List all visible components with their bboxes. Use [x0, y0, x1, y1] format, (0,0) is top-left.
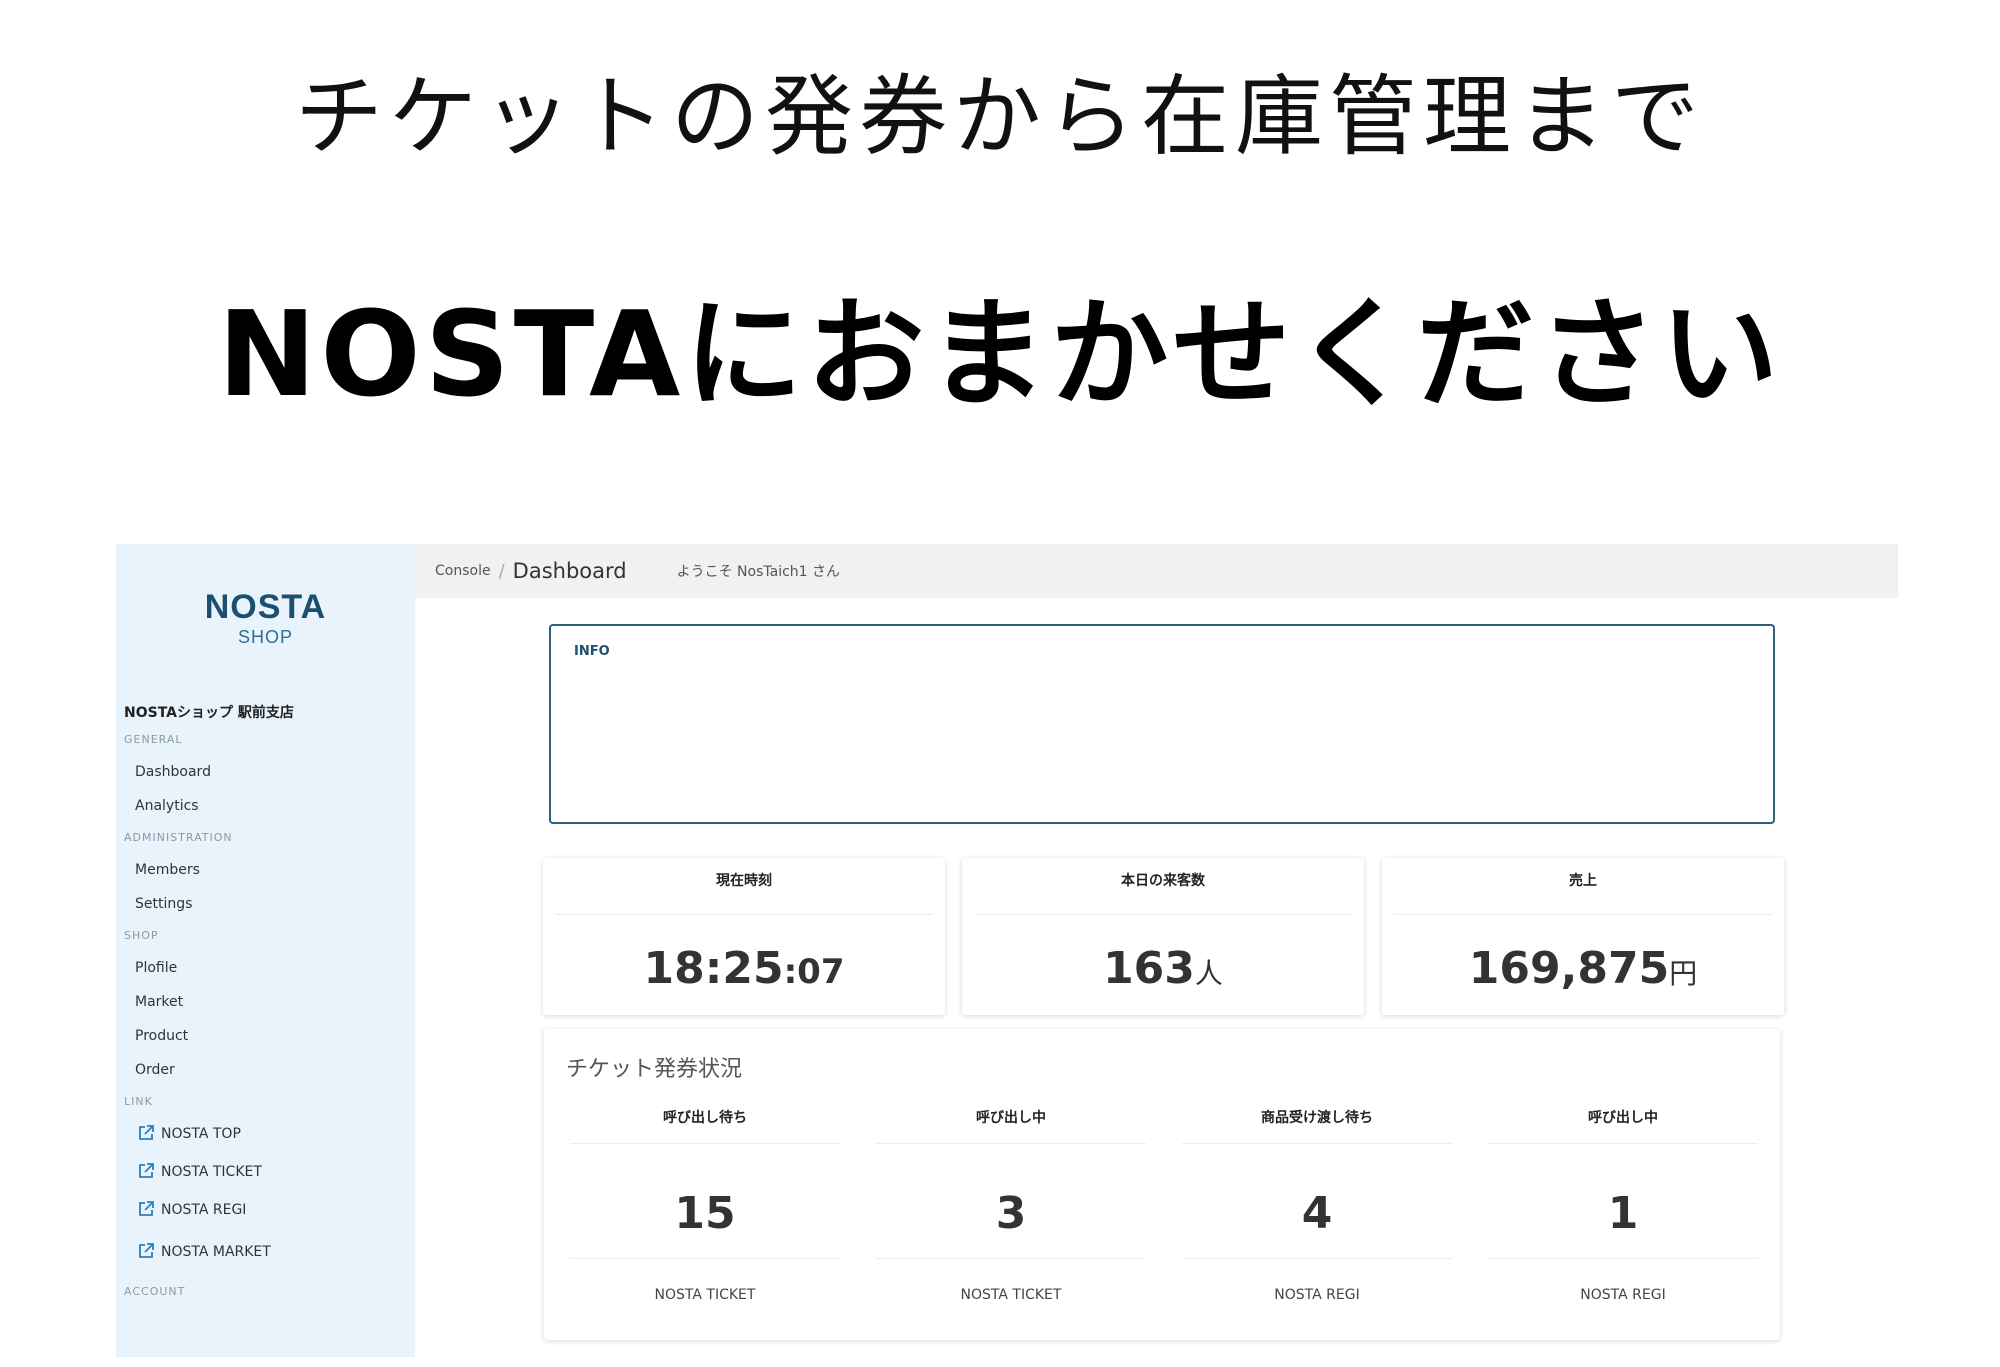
status-count: 15 — [674, 1188, 736, 1239]
breadcrumb-separator: / — [498, 560, 505, 582]
visitor-count: 163 — [1103, 943, 1195, 994]
page-title: Dashboard — [512, 559, 627, 583]
ticket-status-column: 呼び出し中 3 NOSTA TICKET — [876, 1107, 1146, 1327]
sidebar-item-product[interactable]: Product — [116, 1026, 415, 1060]
sidebar-link-nosta-regi[interactable]: NOSTA REGI — [116, 1200, 415, 1238]
hero-subtitle: チケットの発券から在庫管理まで — [294, 65, 1705, 168]
sidebar-link-nosta-market[interactable]: NOSTA MARKET — [116, 1238, 415, 1284]
sales-amount: 169,875 — [1468, 943, 1670, 994]
divider — [1488, 1258, 1758, 1259]
external-link-icon — [139, 1125, 154, 1140]
hero-title: NOSTAにおまかせください — [217, 285, 1783, 423]
logo-sub-text: SHOP — [237, 627, 293, 647]
section-administration: ADMINISTRATION — [124, 831, 233, 844]
card-value: 18:25:07 — [543, 944, 945, 997]
info-panel: INFO — [549, 624, 1775, 824]
sidebar-item-members[interactable]: Members — [116, 860, 415, 894]
divider — [876, 1143, 1146, 1144]
current-time-card: 現在時刻 18:25:07 — [543, 858, 945, 1015]
card-title: 売上 — [1569, 873, 1597, 889]
section-general: GENERAL — [124, 733, 183, 746]
sales-unit: 円 — [1669, 957, 1698, 990]
status-count: 1 — [1607, 1188, 1639, 1239]
sidebar-menu: GENERAL Dashboard Analytics ADMINISTRATI… — [116, 732, 415, 1314]
divider — [876, 1258, 1146, 1259]
divider — [570, 1143, 840, 1144]
divider — [1394, 914, 1772, 915]
ticket-status-panel: チケット発券状況 呼び出し待ち 15 NOSTA TICKET 呼び出し中 3 … — [544, 1029, 1780, 1340]
breadcrumb-console[interactable]: Console — [435, 563, 491, 579]
link-label: NOSTA MARKET — [161, 1244, 271, 1260]
sidebar-link-nosta-top[interactable]: NOSTA TOP — [116, 1124, 415, 1162]
sidebar-item-market[interactable]: Market — [116, 992, 415, 1026]
status-title: 商品受け渡し待ち — [1261, 1110, 1373, 1126]
time-hours-minutes: 18:25 — [643, 943, 784, 994]
status-source: NOSTA REGI — [1274, 1287, 1360, 1303]
ticket-status-title: チケット発券状況 — [566, 1057, 743, 1082]
status-title: 呼び出し待ち — [663, 1110, 747, 1126]
section-shop: SHOP — [124, 929, 159, 942]
ticket-status-column: 呼び出し待ち 15 NOSTA TICKET — [570, 1107, 840, 1327]
divider — [974, 914, 1352, 915]
divider — [1182, 1143, 1452, 1144]
logo[interactable]: NOSTA SHOP — [116, 588, 415, 648]
ticket-status-column: 呼び出し中 1 NOSTA REGI — [1488, 1107, 1758, 1327]
card-title: 現在時刻 — [716, 873, 772, 889]
divider — [555, 914, 933, 915]
app-window: NOSTA SHOP NOSTAショップ 駅前支店 GENERAL Dashbo… — [116, 544, 1898, 1357]
status-source: NOSTA REGI — [1580, 1287, 1666, 1303]
card-value: 163人 — [962, 944, 1364, 999]
link-label: NOSTA TOP — [161, 1126, 241, 1142]
section-account: ACCOUNT — [124, 1285, 186, 1298]
info-label: INFO — [574, 644, 610, 659]
ticket-status-column: 商品受け渡し待ち 4 NOSTA REGI — [1182, 1107, 1452, 1327]
sidebar-item-settings[interactable]: Settings — [116, 894, 415, 928]
link-label: NOSTA TICKET — [161, 1164, 262, 1180]
logo-main-text: NOSTA — [204, 588, 327, 626]
external-link-icon — [139, 1243, 154, 1258]
visitor-count-card: 本日の来客数 163人 — [962, 858, 1364, 1015]
divider — [570, 1258, 840, 1259]
sidebar-item-analytics[interactable]: Analytics — [116, 796, 415, 830]
status-title: 呼び出し中 — [976, 1110, 1046, 1126]
divider — [1488, 1143, 1758, 1144]
external-link-icon — [139, 1163, 154, 1178]
status-source: NOSTA TICKET — [960, 1287, 1062, 1303]
sidebar-item-dashboard[interactable]: Dashboard — [116, 762, 415, 796]
sales-card: 売上 169,875円 — [1382, 858, 1784, 1015]
visitor-unit: 人 — [1194, 957, 1223, 990]
status-source: NOSTA TICKET — [654, 1287, 756, 1303]
time-seconds: :07 — [783, 952, 845, 992]
divider — [1182, 1258, 1452, 1259]
sidebar: NOSTA SHOP NOSTAショップ 駅前支店 GENERAL Dashbo… — [116, 544, 415, 1357]
status-count: 4 — [1301, 1188, 1333, 1239]
status-count: 3 — [995, 1188, 1027, 1239]
shop-name: NOSTAショップ 駅前支店 — [124, 705, 294, 721]
external-link-icon — [139, 1201, 154, 1216]
status-title: 呼び出し中 — [1588, 1110, 1658, 1126]
welcome-message: ようこそ NosTaich1 さん — [676, 564, 841, 580]
sidebar-item-order[interactable]: Order — [116, 1060, 415, 1094]
sidebar-link-nosta-ticket[interactable]: NOSTA TICKET — [116, 1162, 415, 1200]
section-link: LINK — [124, 1095, 153, 1108]
top-bar: Console / Dashboard ようこそ NosTaich1 さん — [415, 544, 1898, 598]
link-label: NOSTA REGI — [161, 1202, 247, 1218]
card-title: 本日の来客数 — [1121, 873, 1205, 889]
sidebar-item-profile[interactable]: Plofile — [116, 958, 415, 992]
card-value: 169,875円 — [1382, 944, 1784, 999]
